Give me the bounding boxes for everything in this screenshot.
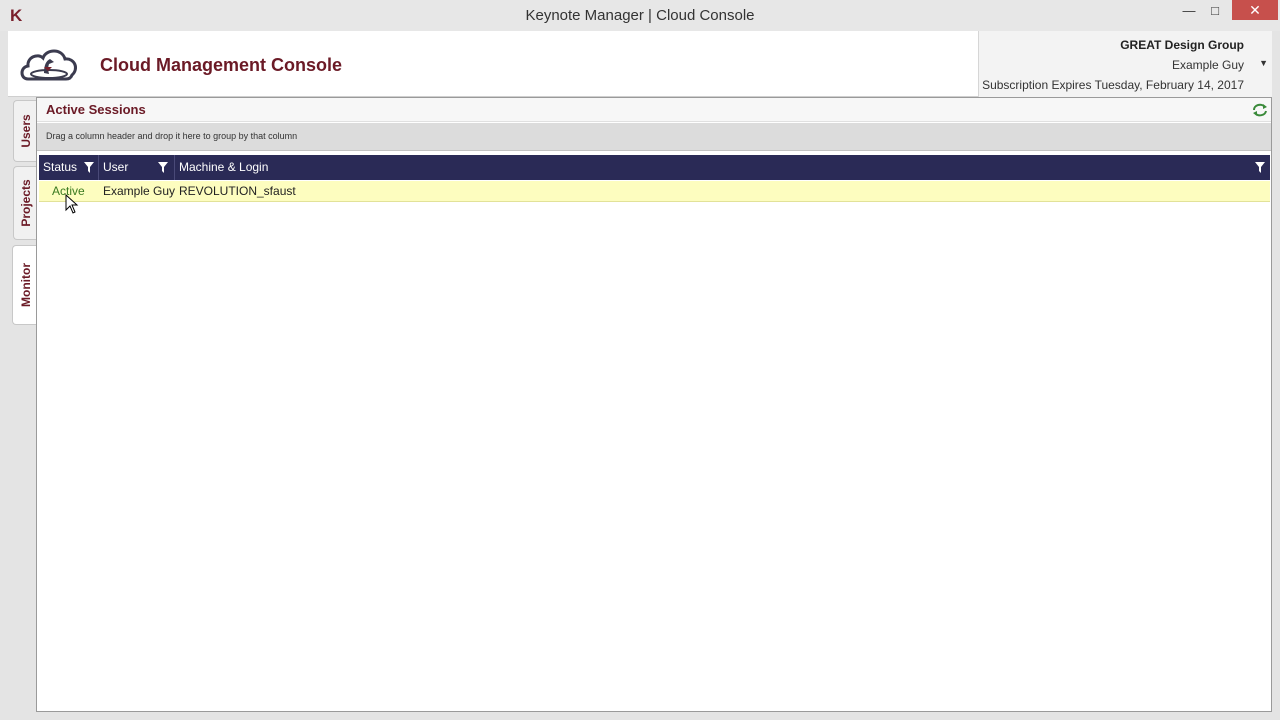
cell-machine-login: REVOLUTION_sfaust [179, 184, 296, 198]
main-panel: Active Sessions Drag a column header and… [36, 97, 1272, 712]
subscription-expiry: Subscription Expires Tuesday, February 1… [982, 78, 1244, 92]
group-by-hint: Drag a column header and drop it here to… [46, 131, 298, 141]
mouse-cursor-icon [65, 194, 79, 214]
tab-label: Monitor [18, 263, 33, 307]
cloud-logo-icon [20, 49, 77, 81]
window-titlebar: K Keynote Manager | Cloud Console — □ ✕ [0, 0, 1280, 31]
account-panel: GREAT Design Group Example Guy ▼ Subscri… [978, 31, 1272, 97]
filter-icon[interactable] [158, 162, 168, 173]
user-menu[interactable]: Example Guy [1172, 58, 1244, 72]
filter-icon[interactable] [1255, 162, 1265, 173]
filter-icon[interactable] [84, 162, 94, 173]
window-title: Keynote Manager | Cloud Console [525, 7, 755, 24]
tab-label: Users [18, 114, 33, 148]
cell-user: Example Guy [103, 184, 176, 198]
tab-monitor[interactable]: Monitor [12, 245, 38, 325]
table-row[interactable]: Active Example Guy REVOLUTION_sfaust [39, 181, 1270, 202]
column-header-label: Status [43, 160, 78, 174]
section-header: Active Sessions [37, 98, 1271, 122]
column-header-label: Machine & Login [179, 160, 269, 174]
group-by-panel[interactable]: Drag a column header and drop it here to… [37, 123, 1271, 151]
column-header-status[interactable]: Status [39, 155, 99, 180]
dropdown-arrow-icon[interactable]: ▼ [1259, 58, 1268, 68]
console-title: Cloud Management Console [100, 55, 343, 75]
app-header: Cloud Management Console GREAT Design Gr… [8, 31, 1272, 97]
organization-name: GREAT Design Group [1120, 38, 1244, 52]
tab-users[interactable]: Users [13, 100, 37, 162]
vertical-tab-strip: Users Projects Monitor [8, 97, 38, 712]
column-header-user[interactable]: User [99, 155, 175, 180]
refresh-icon[interactable] [1251, 101, 1269, 119]
column-header-machine-login[interactable]: Machine & Login [175, 155, 1270, 180]
maximize-button[interactable]: □ [1200, 0, 1230, 24]
tab-label: Projects [18, 179, 33, 227]
close-button[interactable]: ✕ [1232, 0, 1278, 20]
section-title: Active Sessions [46, 102, 146, 117]
tab-projects[interactable]: Projects [13, 166, 37, 240]
column-header-label: User [103, 160, 129, 174]
grid-header: Status User Machine & Login [39, 155, 1270, 180]
